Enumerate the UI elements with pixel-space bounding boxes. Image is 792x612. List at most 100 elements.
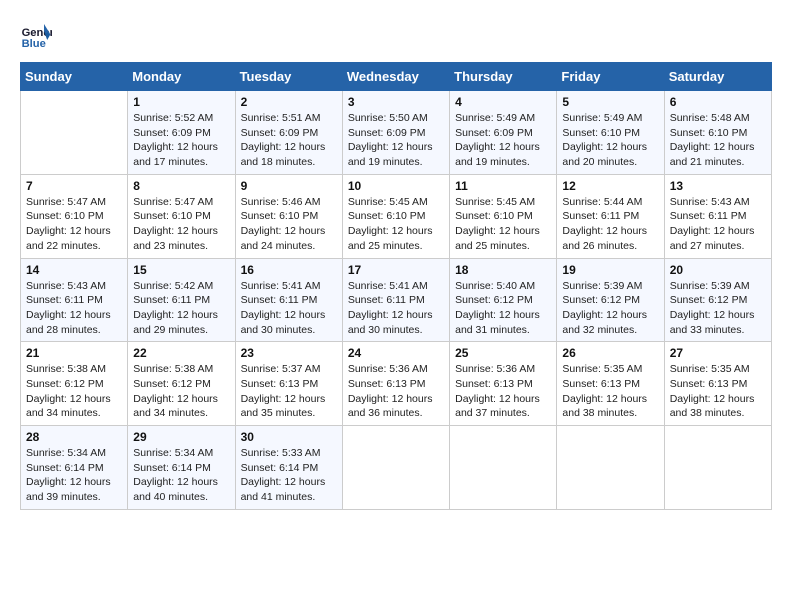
calendar-cell: 25 Sunrise: 5:36 AMSunset: 6:13 PMDayligh… [450,342,557,426]
day-number: 4 [455,95,551,109]
calendar-week-row: 7 Sunrise: 5:47 AMSunset: 6:10 PMDaylight… [21,174,772,258]
day-info: Sunrise: 5:49 AMSunset: 6:10 PMDaylight:… [562,111,658,170]
day-number: 7 [26,179,122,193]
day-number: 23 [241,346,337,360]
calendar-cell [342,426,449,510]
day-number: 11 [455,179,551,193]
day-number: 30 [241,430,337,444]
calendar-cell [21,91,128,175]
day-info: Sunrise: 5:33 AMSunset: 6:14 PMDaylight:… [241,446,337,505]
svg-text:Blue: Blue [22,38,46,50]
calendar-cell: 5 Sunrise: 5:49 AMSunset: 6:10 PMDaylight… [557,91,664,175]
day-number: 16 [241,263,337,277]
day-number: 26 [562,346,658,360]
day-info: Sunrise: 5:45 AMSunset: 6:10 PMDaylight:… [455,195,551,254]
calendar-week-row: 1 Sunrise: 5:52 AMSunset: 6:09 PMDaylight… [21,91,772,175]
day-info: Sunrise: 5:46 AMSunset: 6:10 PMDaylight:… [241,195,337,254]
calendar-cell: 4 Sunrise: 5:49 AMSunset: 6:09 PMDaylight… [450,91,557,175]
calendar-cell: 19Sunrise: 5:39 AMSunset: 6:12 PMDayligh… [557,258,664,342]
day-number: 28 [26,430,122,444]
day-info: Sunrise: 5:34 AMSunset: 6:14 PMDaylight:… [133,446,229,505]
calendar-cell: 21 Sunrise: 5:38 AMSunset: 6:12 PMDayligh… [21,342,128,426]
calendar-cell: 3 Sunrise: 5:50 AMSunset: 6:09 PMDaylight… [342,91,449,175]
calendar-table: SundayMondayTuesdayWednesdayThursdayFrid… [20,62,772,510]
weekday-header: Saturday [664,63,771,91]
day-number: 2 [241,95,337,109]
calendar-cell: 10Sunrise: 5:45 AMSunset: 6:10 PMDayligh… [342,174,449,258]
calendar-cell: 13 Sunrise: 5:43 AMSunset: 6:11 PMDayligh… [664,174,771,258]
calendar-week-row: 14 Sunrise: 5:43 AMSunset: 6:11 PMDayligh… [21,258,772,342]
day-info: Sunrise: 5:36 AMSunset: 6:13 PMDaylight:… [455,362,551,421]
day-number: 12 [562,179,658,193]
day-info: Sunrise: 5:52 AMSunset: 6:09 PMDaylight:… [133,111,229,170]
calendar-cell: 18 Sunrise: 5:40 AMSunset: 6:12 PMDayligh… [450,258,557,342]
calendar-cell [450,426,557,510]
calendar-cell: 28 Sunrise: 5:34 AMSunset: 6:14 PMDayligh… [21,426,128,510]
calendar-cell: 2Sunrise: 5:51 AMSunset: 6:09 PMDaylight… [235,91,342,175]
calendar-cell: 30 Sunrise: 5:33 AMSunset: 6:14 PMDayligh… [235,426,342,510]
weekday-header: Thursday [450,63,557,91]
day-number: 27 [670,346,766,360]
day-info: Sunrise: 5:47 AMSunset: 6:10 PMDaylight:… [133,195,229,254]
day-info: Sunrise: 5:50 AMSunset: 6:09 PMDaylight:… [348,111,444,170]
weekday-header: Wednesday [342,63,449,91]
calendar-cell: 20 Sunrise: 5:39 AMSunset: 6:12 PMDayligh… [664,258,771,342]
day-number: 13 [670,179,766,193]
day-info: Sunrise: 5:43 AMSunset: 6:11 PMDaylight:… [670,195,766,254]
weekday-header: Tuesday [235,63,342,91]
day-info: Sunrise: 5:44 AMSunset: 6:11 PMDaylight:… [562,195,658,254]
calendar-cell: 6Sunrise: 5:48 AMSunset: 6:10 PMDaylight… [664,91,771,175]
calendar-cell: 14 Sunrise: 5:43 AMSunset: 6:11 PMDayligh… [21,258,128,342]
day-info: Sunrise: 5:35 AMSunset: 6:13 PMDaylight:… [562,362,658,421]
calendar-cell: 12 Sunrise: 5:44 AMSunset: 6:11 PMDayligh… [557,174,664,258]
day-info: Sunrise: 5:34 AMSunset: 6:14 PMDaylight:… [26,446,122,505]
day-info: Sunrise: 5:43 AMSunset: 6:11 PMDaylight:… [26,279,122,338]
logo: General Blue [20,20,56,52]
day-number: 24 [348,346,444,360]
day-info: Sunrise: 5:38 AMSunset: 6:12 PMDaylight:… [26,362,122,421]
day-number: 15 [133,263,229,277]
day-info: Sunrise: 5:40 AMSunset: 6:12 PMDaylight:… [455,279,551,338]
day-number: 17 [348,263,444,277]
day-info: Sunrise: 5:45 AMSunset: 6:10 PMDaylight:… [348,195,444,254]
calendar-cell [664,426,771,510]
day-number: 3 [348,95,444,109]
day-info: Sunrise: 5:42 AMSunset: 6:11 PMDaylight:… [133,279,229,338]
page-header: General Blue [20,20,772,52]
day-info: Sunrise: 5:47 AMSunset: 6:10 PMDaylight:… [26,195,122,254]
day-number: 1 [133,95,229,109]
calendar-cell [557,426,664,510]
day-info: Sunrise: 5:41 AMSunset: 6:11 PMDaylight:… [348,279,444,338]
calendar-cell: 23 Sunrise: 5:37 AMSunset: 6:13 PMDayligh… [235,342,342,426]
day-number: 21 [26,346,122,360]
calendar-cell: 15 Sunrise: 5:42 AMSunset: 6:11 PMDayligh… [128,258,235,342]
calendar-cell: 16 Sunrise: 5:41 AMSunset: 6:11 PMDayligh… [235,258,342,342]
day-info: Sunrise: 5:35 AMSunset: 6:13 PMDaylight:… [670,362,766,421]
day-number: 5 [562,95,658,109]
calendar-cell: 1 Sunrise: 5:52 AMSunset: 6:09 PMDaylight… [128,91,235,175]
day-info: Sunrise: 5:39 AMSunset: 6:12 PMDaylight:… [670,279,766,338]
calendar-week-row: 28 Sunrise: 5:34 AMSunset: 6:14 PMDayligh… [21,426,772,510]
day-info: Sunrise: 5:37 AMSunset: 6:13 PMDaylight:… [241,362,337,421]
day-info: Sunrise: 5:48 AMSunset: 6:10 PMDaylight:… [670,111,766,170]
day-number: 8 [133,179,229,193]
calendar-cell: 11 Sunrise: 5:45 AMSunset: 6:10 PMDayligh… [450,174,557,258]
day-info: Sunrise: 5:39 AMSunset: 6:12 PMDaylight:… [562,279,658,338]
day-number: 9 [241,179,337,193]
day-info: Sunrise: 5:41 AMSunset: 6:11 PMDaylight:… [241,279,337,338]
day-number: 18 [455,263,551,277]
calendar-cell: 26 Sunrise: 5:35 AMSunset: 6:13 PMDayligh… [557,342,664,426]
day-number: 14 [26,263,122,277]
day-number: 20 [670,263,766,277]
calendar-week-row: 21 Sunrise: 5:38 AMSunset: 6:12 PMDayligh… [21,342,772,426]
day-number: 25 [455,346,551,360]
day-number: 22 [133,346,229,360]
day-info: Sunrise: 5:36 AMSunset: 6:13 PMDaylight:… [348,362,444,421]
calendar-cell: 27 Sunrise: 5:35 AMSunset: 6:13 PMDayligh… [664,342,771,426]
calendar-cell: 22Sunrise: 5:38 AMSunset: 6:12 PMDayligh… [128,342,235,426]
day-info: Sunrise: 5:49 AMSunset: 6:09 PMDaylight:… [455,111,551,170]
day-number: 29 [133,430,229,444]
calendar-cell: 24 Sunrise: 5:36 AMSunset: 6:13 PMDayligh… [342,342,449,426]
calendar-cell: 7 Sunrise: 5:47 AMSunset: 6:10 PMDaylight… [21,174,128,258]
calendar-cell: 17 Sunrise: 5:41 AMSunset: 6:11 PMDayligh… [342,258,449,342]
